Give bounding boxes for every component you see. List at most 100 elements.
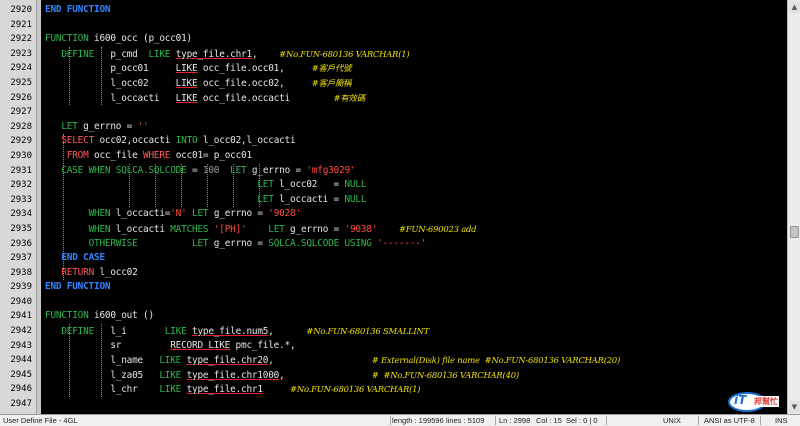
code-line[interactable]: 2936 OTHERWISE LET g_errno = SQLCA.SQLCO…: [10, 237, 787, 252]
code-token: 'mfg3029': [306, 164, 356, 176]
code-line[interactable]: 2947: [10, 397, 787, 412]
status-length: length : 199596: [392, 416, 444, 425]
line-number: 2923: [10, 48, 32, 59]
code-line[interactable]: 2945 l_za05 LIKE type_file.chr1000, # #N…: [10, 368, 787, 384]
code-line[interactable]: 2941 FUNCTION i600_out (): [10, 309, 787, 324]
code-token: type_file.chr1000: [186, 369, 280, 381]
code-line[interactable]: 2943 sr RECORD LIKE pmc_file.*,: [10, 339, 787, 354]
code-text: WHEN l_occacti='N' LET g_errno = '9028': [45, 207, 302, 222]
code-line[interactable]: 2937 END CASE: [10, 251, 787, 266]
line-number: 2924: [10, 63, 32, 74]
code-line[interactable]: 2923 DEFINE p_cmd LIKE type_file.chr1, #…: [10, 47, 787, 62]
status-file-type: User Define File - 4GL: [3, 416, 78, 425]
status-lines: lines : 5109: [446, 416, 485, 425]
code-token: WHERE: [143, 149, 171, 161]
code-line[interactable]: 2946 l_chr LIKE type_file.chr1 #No.FUN-6…: [10, 382, 787, 397]
scroll-up-arrow-icon[interactable]: ▲: [789, 1, 800, 13]
indent-guide: [101, 46, 102, 106]
code-token: # #No.FUN-680136 VARCHAR(40): [371, 369, 519, 380]
line-number: 2934: [10, 209, 32, 220]
line-number: 2942: [10, 326, 32, 337]
code-text: RETURN l_occ02: [45, 266, 138, 281]
code-line[interactable]: 2920 END FUNCTION: [10, 3, 787, 18]
code-token: FROM: [66, 149, 89, 161]
code-token: ,: [279, 369, 372, 381]
code-line[interactable]: 2942 DEFINE l_i LIKE type_file.num5, #No…: [10, 324, 787, 339]
code-token: MATCHES: [170, 223, 209, 235]
code-token: LET: [61, 120, 78, 132]
indent-guide: [63, 134, 64, 281]
code-token: l_occacti: [45, 92, 176, 104]
code-line[interactable]: 2929 SELECT occ02,occacti INTO l_occ02,l…: [10, 134, 787, 149]
code-token: occ_file.occ01,: [197, 63, 312, 75]
code-token: CASE WHEN SQLCA.SQLCODE: [61, 164, 187, 176]
code-text: OTHERWISE LET g_errno = SQLCA.SQLCODE US…: [45, 237, 427, 252]
indent-guide: [259, 163, 260, 208]
line-number: 2921: [10, 19, 32, 30]
scrollbar-thumb[interactable]: [790, 226, 799, 238]
code-token: LIKE: [148, 48, 176, 60]
code-token: #有效碼: [333, 92, 366, 103]
vertical-scrollbar[interactable]: ▲ ▼: [787, 0, 800, 414]
code-line[interactable]: 2940: [10, 295, 787, 310]
scroll-down-arrow-icon[interactable]: ▼: [789, 401, 800, 413]
code-line[interactable]: 2935 WHEN l_occacti MATCHES '[PH]' LET g…: [10, 222, 787, 238]
status-line: Ln : 2998: [499, 416, 531, 425]
code-token: g_errno =: [77, 120, 138, 132]
code-token: LET: [192, 208, 209, 220]
code-line[interactable]: 2928 LET g_errno = '': [10, 120, 787, 135]
code-token: INTO: [175, 135, 198, 147]
code-area[interactable]: 2920 END FUNCTION 2921 2922 FUNCTION i600_oc…: [10, 3, 787, 412]
code-editor[interactable]: 2920 END FUNCTION 2921 2922 FUNCTION i600_oc…: [0, 0, 787, 414]
code-line[interactable]: 2922 FUNCTION i600_occ (p_occ01): [10, 32, 787, 47]
code-line[interactable]: 2934 WHEN l_occacti='N' LET g_errno = '9…: [10, 207, 787, 222]
code-line[interactable]: 2925 l_occ02 LIKE occ_file.occ02, #客戶簡稱: [10, 76, 787, 91]
code-line[interactable]: 2930 FROM occ_file WHERE occ01= p_occ01: [10, 149, 787, 164]
code-token: LIKE: [175, 63, 198, 75]
code-line[interactable]: 2944 l_name LIKE type_file.chr20, # Exte…: [10, 353, 787, 368]
code-token: 'N': [170, 208, 187, 220]
code-text: LET g_errno = '': [45, 120, 148, 135]
line-number: 2935: [10, 223, 32, 234]
code-token: LIKE: [159, 384, 187, 396]
code-token: '9038': [344, 223, 378, 235]
code-token: LIKE: [159, 355, 187, 367]
code-line[interactable]: 2933 LET l_occacti = NULL: [10, 193, 787, 208]
indent-guide: [101, 324, 102, 398]
code-line[interactable]: 2926 l_occacti LIKE occ_file.occacti #有效…: [10, 91, 787, 106]
line-number: 2940: [10, 296, 32, 307]
code-token: l_occ02,l_occacti: [197, 135, 296, 147]
line-number: 2926: [10, 92, 32, 103]
code-token: l_chr: [45, 384, 160, 396]
code-token: occ_file: [88, 149, 144, 161]
code-text: sr RECORD LIKE pmc_file.*,: [45, 339, 295, 354]
line-number: 2931: [10, 165, 32, 176]
code-token: i600_out (): [94, 310, 154, 322]
code-text: END FUNCTION: [45, 3, 111, 18]
code-line[interactable]: 2939 END FUNCTION: [10, 280, 787, 295]
code-line[interactable]: 2938 RETURN l_occ02: [10, 266, 787, 281]
code-token: # External(Disk) file name #No.FUN-68013…: [371, 355, 621, 366]
code-text: WHEN l_occacti MATCHES '[PH]' LET g_errn…: [45, 222, 477, 238]
code-line[interactable]: 2924 p_occ01 LIKE occ_file.occ01, #客戶代號: [10, 61, 787, 77]
status-insert-mode: INS: [775, 416, 788, 425]
code-line[interactable]: 2932 LET l_occ02 = NULL: [10, 178, 787, 193]
code-token: DEFINE: [61, 48, 95, 60]
code-token: l_occacti=: [110, 208, 171, 220]
code-text: l_za05 LIKE type_file.chr1000, # #No.FUN…: [45, 368, 519, 384]
code-line[interactable]: 2931 CASE WHEN SQLCA.SQLCODE = 100 LET g…: [10, 164, 787, 179]
code-text: SELECT occ02,occacti INTO l_occ02,l_occa…: [45, 134, 295, 149]
code-token: l_name: [45, 355, 160, 367]
code-token: l_occ02: [45, 77, 176, 89]
code-line[interactable]: 2921: [10, 18, 787, 33]
code-line[interactable]: 2927: [10, 105, 787, 120]
code-text: p_occ01 LIKE occ_file.occ01, #客戶代號: [45, 61, 351, 77]
code-token: l_occ02: [94, 266, 138, 278]
code-token: occ02,occacti: [94, 135, 176, 147]
